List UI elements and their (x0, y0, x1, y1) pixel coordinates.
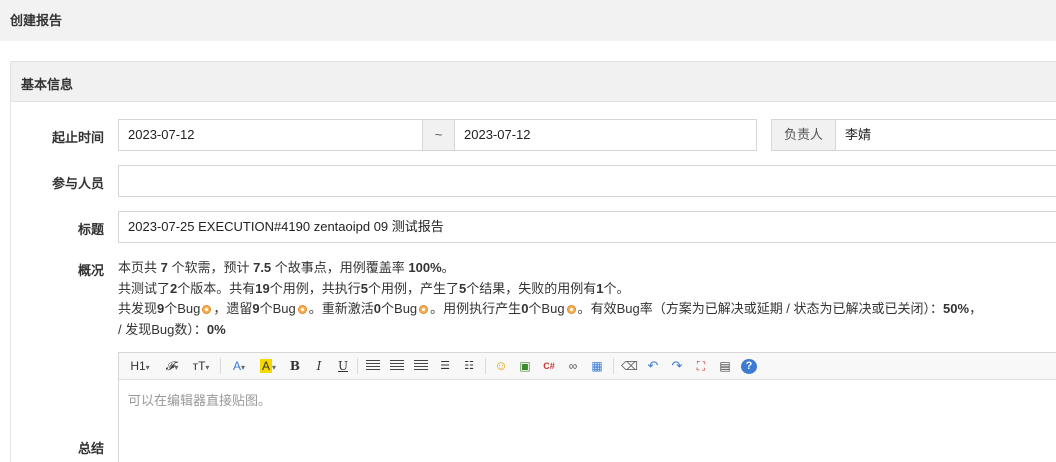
overview-label: 概况 (77, 263, 104, 278)
overview-text: 本页共 7 个软需，预计 7.5 个故事点，用例覆盖率 100%。 共测试了2个… (118, 258, 1056, 340)
members-label: 参与人员 (51, 176, 104, 191)
table-icon[interactable]: ▦ (589, 356, 605, 376)
page-header: 创建报告 (0, 0, 1056, 41)
start-date-input[interactable]: 2023-07-12 (118, 119, 423, 151)
end-date-input[interactable]: 2023-07-12 (454, 119, 757, 151)
title-label: 标题 (77, 222, 104, 237)
template-icon[interactable]: ▤ (717, 356, 733, 376)
panel-title: 基本信息 (21, 77, 74, 92)
overview-line-3: 共发现9个Bug ，遗留9个Bug 。重新激活0个Bug 。用例执行产生0个Bug 。有… (118, 301, 983, 316)
underline-button[interactable]: U (335, 356, 351, 376)
undo-icon[interactable]: ↶ (645, 356, 661, 376)
image-icon[interactable]: ▣ (517, 356, 533, 376)
align-left-icon[interactable] (365, 356, 381, 376)
align-center-icon[interactable] (389, 356, 405, 376)
date-separator: ~ (422, 119, 455, 151)
highlight-color-button[interactable]: A ▾ (256, 356, 280, 376)
italic-button[interactable]: I (311, 356, 327, 376)
align-right-icon[interactable] (413, 356, 429, 376)
overview-line-2: 共测试了2个版本。共有19个用例，共执行5个用例，产生了5个结果，失败的用例有1… (118, 280, 630, 296)
overview-line-1: 本页共 7 个软需，预计 7.5 个故事点，用例覆盖率 100%。 (118, 260, 455, 275)
date-range-label: 起止时间 (51, 130, 104, 145)
page-title: 创建报告 (10, 13, 63, 28)
toolbar-separator (613, 358, 614, 374)
overview-line-4: / 发现Bug数）：0% (118, 321, 226, 337)
editor-placeholder: 可以在编辑器直接贴图。 (128, 393, 272, 408)
editor-toolbar: H1▾ 𝓕▾ тT▾ A▾ A ▾ B I U ☰ ☷ ☺ ▣ C# ∞ ▦ ⌫ … (119, 353, 1056, 380)
link-icon[interactable]: ∞ (565, 356, 581, 376)
members-input[interactable] (118, 165, 1056, 197)
panel-header: 基本信息 (11, 62, 1056, 102)
font-family-button[interactable]: 𝓕▾ (161, 356, 183, 376)
help-icon[interactable] (419, 305, 429, 314)
unordered-list-icon[interactable]: ☷ (461, 356, 477, 376)
toolbar-separator (220, 358, 221, 374)
toolbar-separator (357, 358, 358, 374)
redo-icon[interactable]: ↷ (669, 356, 685, 376)
summary-label: 总结 (77, 441, 104, 456)
font-color-button[interactable]: A▾ (227, 356, 251, 376)
toolbar-separator (485, 358, 486, 374)
help-icon[interactable]: ? (741, 359, 757, 374)
owner-select[interactable]: 李婧 (835, 119, 1056, 151)
title-input[interactable]: 2023-07-25 EXECUTION#4190 zentaoipd 09 测… (118, 211, 1056, 243)
owner-addon: 负责人 (771, 119, 836, 151)
fullscreen-icon[interactable]: ⛶ (693, 356, 709, 376)
heading-button[interactable]: H1▾ (127, 356, 153, 376)
help-icon[interactable] (297, 305, 307, 314)
summary-editor[interactable]: H1▾ 𝓕▾ тT▾ A▾ A ▾ B I U ☰ ☷ ☺ ▣ C# ∞ ▦ ⌫ … (118, 352, 1056, 462)
emoticon-icon[interactable]: ☺ (493, 356, 509, 376)
bold-button[interactable]: B (287, 356, 303, 376)
help-icon[interactable] (566, 305, 576, 314)
code-icon[interactable]: C# (541, 356, 557, 376)
eraser-icon[interactable]: ⌫ (621, 356, 638, 376)
font-size-button[interactable]: тT▾ (189, 356, 213, 376)
help-icon[interactable] (202, 305, 212, 314)
ordered-list-icon[interactable]: ☰ (437, 356, 453, 376)
